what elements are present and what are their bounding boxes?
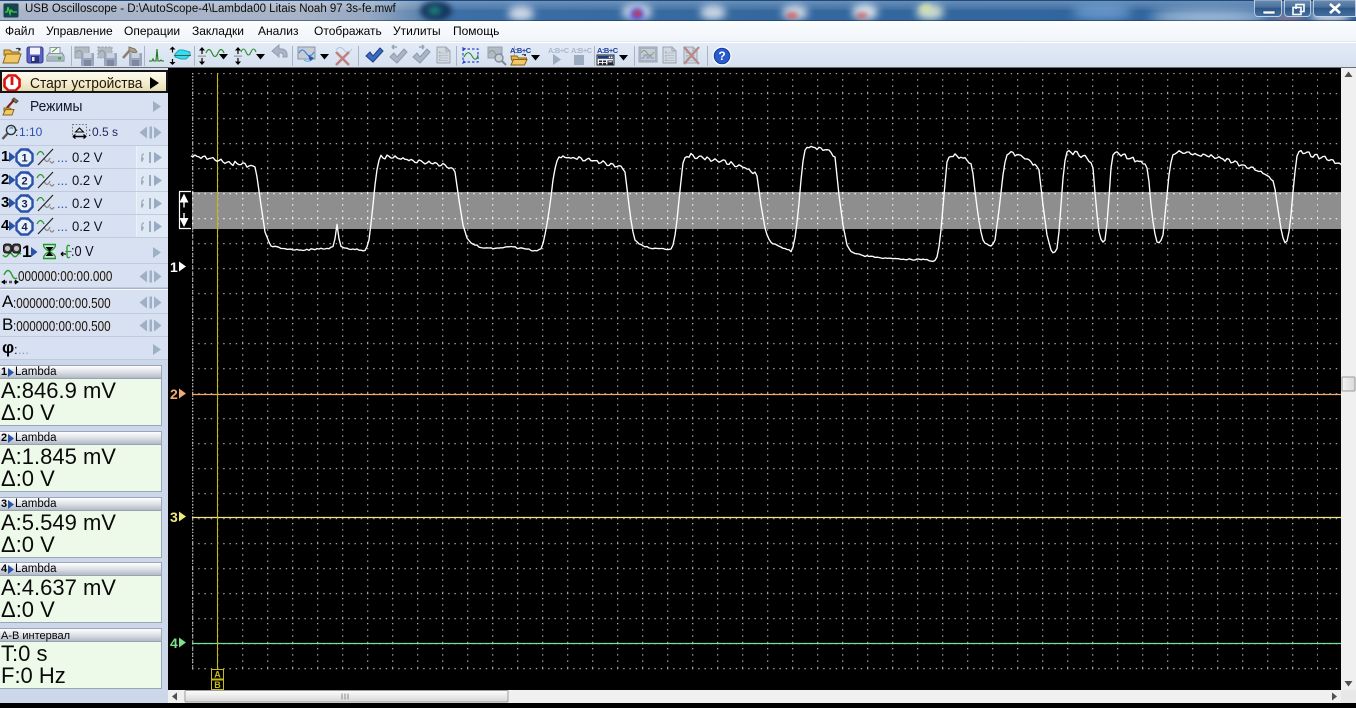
svg-text:3: 3 [21,199,27,211]
svg-text:B: B [214,680,221,690]
svg-text:2: 2 [170,386,178,402]
svg-text:2: 2 [21,176,27,188]
svg-text:4: 4 [170,635,178,651]
svg-text:A:B+C: A:B+C [548,46,570,55]
svg-text:1: 1 [170,259,178,275]
svg-text:1: 1 [21,153,27,165]
svg-text:A:B+C: A:B+C [597,46,619,55]
svg-text:?: ? [718,49,725,63]
svg-text:3: 3 [170,509,178,525]
svg-text:4: 4 [21,222,28,234]
svg-text:A:B+C: A:B+C [510,46,532,55]
svg-text:A:B+C: A:B+C [571,46,593,55]
svg-text:A: A [214,670,221,680]
